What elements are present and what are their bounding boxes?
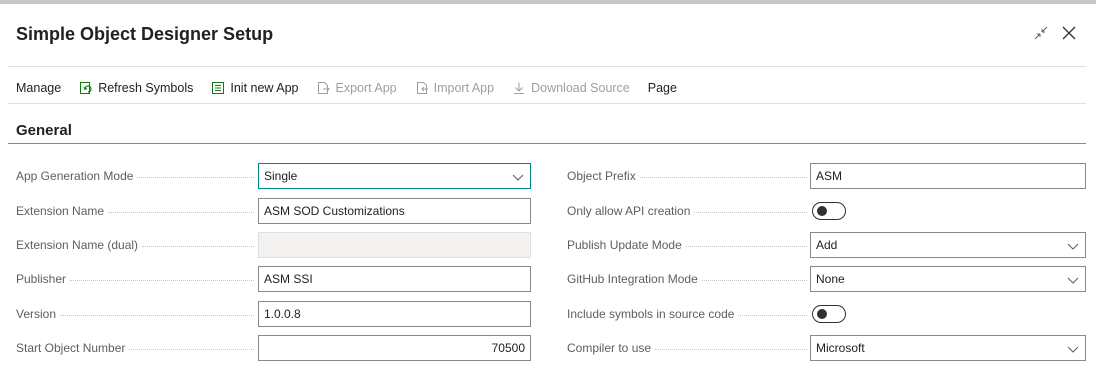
chevron-down-icon — [1067, 240, 1079, 254]
page-action[interactable]: Page — [648, 81, 677, 95]
object-prefix-label: Object Prefix — [567, 163, 807, 189]
action-bar-separator — [8, 103, 1086, 104]
include-symbols-label: Include symbols in source code — [567, 301, 807, 327]
top-window-strip — [0, 0, 1096, 4]
download-icon — [512, 81, 526, 95]
extension-name-dual-field — [258, 232, 531, 258]
page-title: Simple Object Designer Setup — [16, 24, 274, 44]
manage-action[interactable]: Manage — [16, 81, 61, 95]
github-integration-mode-label: GitHub Integration Mode — [567, 266, 807, 292]
start-object-number-field[interactable]: 70500 — [258, 335, 531, 361]
object-prefix-field[interactable]: ASM — [810, 163, 1086, 189]
import-app-action[interactable]: Import App — [415, 81, 494, 95]
export-app-action[interactable]: Export App — [316, 81, 397, 95]
export-icon — [316, 81, 331, 95]
app-generation-mode-select[interactable]: Single — [258, 163, 531, 189]
refresh-symbols-action[interactable]: Refresh Symbols — [79, 81, 193, 95]
publisher-label: Publisher — [16, 266, 254, 292]
only-allow-api-creation-toggle[interactable] — [812, 202, 846, 220]
publish-update-mode-label: Publish Update Mode — [567, 232, 807, 258]
general-group-divider — [8, 143, 1086, 144]
title-separator — [8, 66, 1086, 67]
chevron-down-icon — [512, 171, 524, 185]
action-bar: Manage Refresh Symbols Init new App Expo… — [16, 78, 695, 98]
init-new-app-action[interactable]: Init new App — [211, 81, 298, 95]
collapse-arrows-icon[interactable] — [1030, 22, 1052, 44]
chevron-down-icon — [1067, 274, 1079, 288]
extension-name-label: Extension Name — [16, 198, 254, 224]
extension-name-dual-label: Extension Name (dual) — [16, 232, 254, 258]
publisher-field[interactable]: ASM SSI — [258, 266, 531, 292]
compiler-to-use-select[interactable]: Microsoft — [810, 335, 1086, 361]
extension-name-field[interactable]: ASM SOD Customizations — [258, 198, 531, 224]
github-integration-mode-select[interactable]: None — [810, 266, 1086, 292]
chevron-down-icon — [1067, 343, 1079, 357]
version-label: Version — [16, 301, 254, 327]
publish-update-mode-select[interactable]: Add — [810, 232, 1086, 258]
toggle-knob — [817, 206, 827, 216]
start-object-number-label: Start Object Number — [16, 335, 254, 361]
refresh-symbols-icon — [79, 81, 93, 95]
import-icon — [415, 81, 429, 95]
compiler-to-use-label: Compiler to use — [567, 335, 807, 361]
download-source-action[interactable]: Download Source — [512, 81, 630, 95]
app-generation-mode-label: App Generation Mode — [16, 163, 254, 189]
init-app-icon — [211, 81, 225, 95]
close-icon[interactable] — [1058, 22, 1080, 44]
toggle-knob — [817, 309, 827, 319]
include-symbols-toggle[interactable] — [812, 305, 846, 323]
general-group-title[interactable]: General — [16, 122, 72, 139]
only-allow-api-creation-label: Only allow API creation — [567, 198, 807, 224]
version-field[interactable]: 1.0.0.8 — [258, 301, 531, 327]
